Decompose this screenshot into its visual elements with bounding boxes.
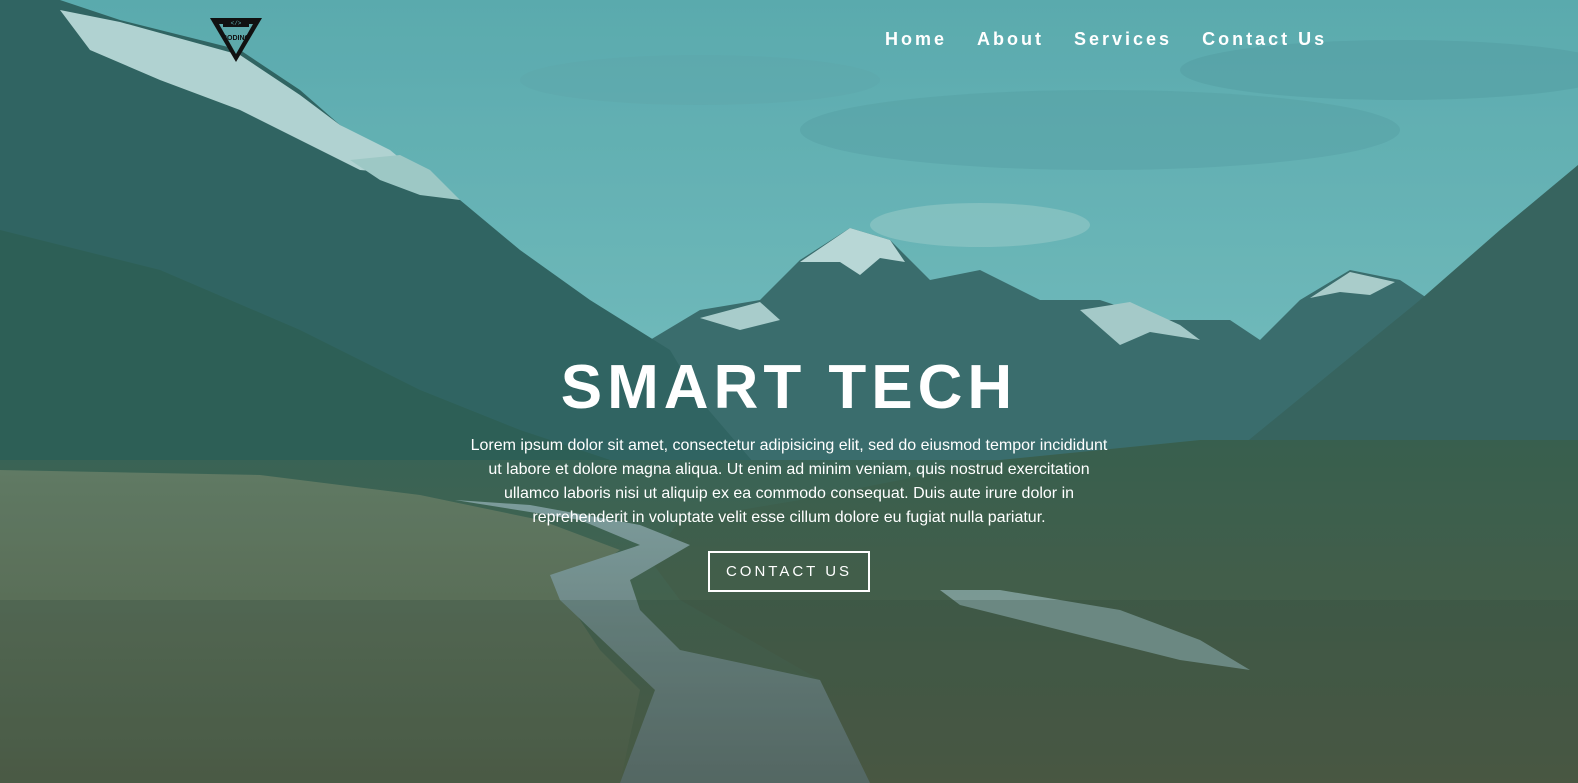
- hero-title: SMART TECH: [560, 353, 1018, 422]
- logo-text: CODING: [222, 35, 250, 42]
- nav-home[interactable]: Home: [885, 27, 947, 51]
- coding-logo[interactable]: </> CODING: [210, 16, 262, 64]
- svg-text:</>: </>: [231, 20, 242, 27]
- nav-services[interactable]: Services: [1074, 27, 1172, 51]
- hero-content: SMART TECH Lorem ipsum dolor sit amet, c…: [0, 350, 1578, 592]
- nav-contact-us[interactable]: Contact Us: [1202, 27, 1327, 51]
- main-nav: Home About Services Contact Us: [885, 27, 1357, 51]
- nav-about[interactable]: About: [977, 27, 1044, 51]
- contact-us-button[interactable]: CONTACT US: [707, 551, 871, 592]
- hero-description: Lorem ipsum dolor sit amet, consectetur …: [470, 437, 1108, 526]
- hero-section: </> CODING Home About Services Contact U…: [0, 0, 1578, 783]
